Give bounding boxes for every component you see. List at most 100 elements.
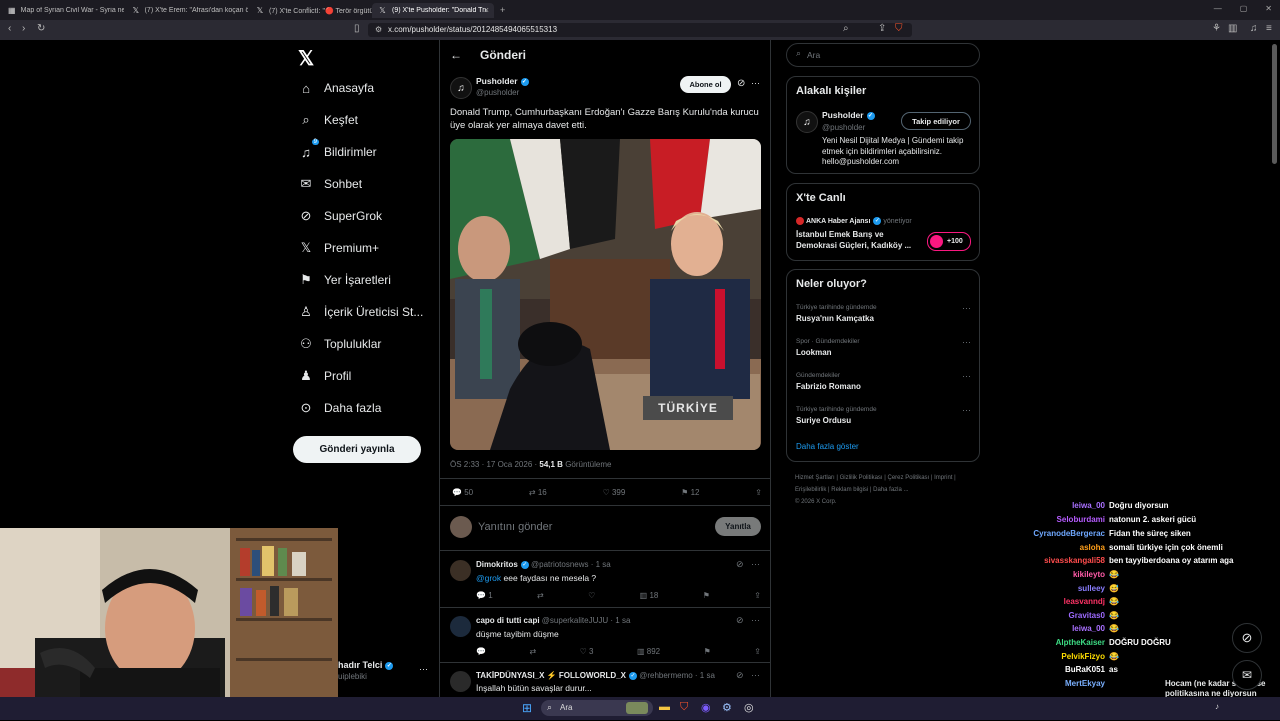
- search-box[interactable]: ⌕ Ara: [786, 43, 980, 67]
- extensions-icon[interactable]: ⚘: [1212, 23, 1221, 34]
- new-tab-icon[interactable]: +: [500, 5, 505, 15]
- like-action[interactable]: ♡ 3: [580, 647, 594, 656]
- reply-avatar[interactable]: [450, 671, 471, 692]
- back-arrow-icon[interactable]: ←: [450, 48, 462, 62]
- footer-link[interactable]: Imprint: [934, 475, 952, 481]
- grok-icon[interactable]: ⊘: [736, 559, 744, 570]
- post-author[interactable]: Pusholder ✓: [476, 76, 529, 86]
- reply-button[interactable]: Yanıtla: [715, 517, 761, 536]
- messages-float-icon[interactable]: ✉: [1232, 660, 1262, 690]
- reply-item[interactable]: Dimokritos ✓ @patriotosnews · 1 sa @grok …: [440, 550, 770, 607]
- grok-icon[interactable]: ⊘: [737, 78, 745, 89]
- related-avatar[interactable]: ♫: [796, 111, 818, 133]
- volume-icon[interactable]: ♪: [1215, 702, 1219, 711]
- sidebar-item-more[interactable]: ⊙ Daha fazla: [298, 398, 382, 418]
- more-options-icon[interactable]: ···: [751, 670, 760, 680]
- like-action[interactable]: ♡ 399: [603, 488, 626, 497]
- steam-icon[interactable]: ⚙: [722, 701, 732, 714]
- browser-tab[interactable]: 𝕏(7) X'te ConflictI: "🔴 Terör örgütü P..…: [250, 3, 372, 18]
- site-settings-icon[interactable]: ⚙: [375, 25, 382, 34]
- trend-item[interactable]: Lookman: [796, 348, 832, 357]
- sidebar-item-creator-studio[interactable]: ♙ İçerik Üreticisi St...: [298, 302, 423, 322]
- footer-link[interactable]: Çerez Politikası: [888, 475, 930, 481]
- trend-item[interactable]: Rusya'nın Kamçatka: [796, 314, 874, 323]
- obs-icon[interactable]: ◎: [744, 701, 754, 714]
- post-button[interactable]: Gönderi yayınla: [293, 436, 421, 463]
- related-name[interactable]: Pusholder ✓: [822, 110, 875, 120]
- reply-item[interactable]: capo di tutti capi @superkaliteJUJU · 1 …: [440, 607, 770, 662]
- search-input[interactable]: Ara: [807, 50, 820, 60]
- sidebar-item-chat[interactable]: ✉ Sohbet: [298, 174, 363, 194]
- share-icon[interactable]: ⇪: [754, 591, 761, 600]
- share-icon[interactable]: ⇪: [755, 488, 762, 497]
- reply-action[interactable]: 💬 50: [452, 488, 473, 497]
- browser-tab[interactable]: 𝕏(7) X'te Erem: "Afrasi'dan koçan örgüt.…: [126, 3, 248, 18]
- reply-action[interactable]: 💬 1: [476, 591, 493, 600]
- bookmark-action[interactable]: ⚑ 12: [681, 488, 699, 497]
- sidebar-toggle-icon[interactable]: ▥: [1228, 23, 1237, 34]
- footer-link[interactable]: Reklam bilgisi: [831, 487, 868, 493]
- page-scrollbar[interactable]: [1272, 44, 1277, 164]
- reply-icon[interactable]: 💬: [476, 647, 486, 656]
- sidebar-item-supergrok[interactable]: ⊘ SuperGrok: [298, 206, 382, 226]
- bookmark-icon[interactable]: ⚑: [703, 591, 710, 600]
- browser-tab-active[interactable]: 𝕏(9) X'te Pusholder: "Donald Trum... ×: [372, 3, 494, 18]
- post-image[interactable]: TÜRKİYE: [450, 139, 761, 450]
- reply-avatar[interactable]: [450, 616, 471, 637]
- brave-shield-icon[interactable]: ⛉: [895, 23, 903, 34]
- repost-icon[interactable]: ⇄: [537, 591, 544, 600]
- trend-more-icon[interactable]: ···: [962, 303, 971, 313]
- sidebar-item-explore[interactable]: ⌕ Keşfet: [298, 110, 358, 130]
- views-action[interactable]: ▥ 18: [640, 591, 659, 600]
- subscribe-button[interactable]: Abone ol: [680, 76, 731, 93]
- author-avatar[interactable]: ♫: [450, 77, 472, 99]
- zoom-icon[interactable]: ⌕: [843, 23, 849, 34]
- bookmark-page-icon[interactable]: ▯: [354, 23, 360, 34]
- menu-icon[interactable]: ≡: [1266, 23, 1272, 34]
- live-topic[interactable]: İstanbul Emek Barış ve Demokrasi Güçleri…: [796, 230, 921, 251]
- footer-link[interactable]: Erişilebilirlik: [795, 487, 826, 493]
- music-icon[interactable]: ♫: [1250, 23, 1258, 34]
- sidebar-item-home[interactable]: ⌂ Anasayfa: [298, 78, 374, 98]
- trend-item[interactable]: Suriye Ordusu: [796, 416, 851, 425]
- sidebar-item-profile[interactable]: ♟ Profil: [298, 366, 351, 386]
- forward-icon[interactable]: ›: [22, 23, 25, 34]
- repost-action[interactable]: ⇄ 16: [529, 488, 547, 497]
- trend-more-icon[interactable]: ···: [962, 337, 971, 347]
- footer-link[interactable]: Hizmet Şartları: [795, 475, 835, 481]
- share-icon[interactable]: ⇪: [754, 647, 761, 656]
- live-listeners[interactable]: +100: [927, 232, 971, 251]
- more-options-icon[interactable]: ···: [751, 559, 760, 569]
- taskbar-search[interactable]: ⌕ Ara: [541, 700, 653, 716]
- maximize-icon[interactable]: ▢: [1240, 4, 1248, 13]
- browser-tab[interactable]: ▦Map of Syrian Civil War - Syria news ..…: [2, 3, 124, 18]
- sidebar-item-communities[interactable]: ⚇ Topluluklar: [298, 334, 381, 354]
- views-action[interactable]: ▥ 892: [637, 647, 660, 656]
- show-more-link[interactable]: Daha fazla göster: [796, 442, 859, 451]
- bookmark-icon[interactable]: ⚑: [704, 647, 711, 656]
- brave-browser-icon[interactable]: ⛉: [680, 701, 688, 714]
- footer-link[interactable]: Gizlilik Politikası: [840, 475, 883, 481]
- more-options-icon[interactable]: ···: [751, 78, 760, 88]
- windows-start-icon[interactable]: ⊞: [522, 701, 532, 715]
- back-icon[interactable]: ‹: [8, 23, 11, 34]
- repost-icon[interactable]: ⇄: [529, 647, 536, 656]
- sidebar-item-bookmarks[interactable]: ⚑ Yer İşaretleri: [298, 270, 391, 290]
- grok-float-icon[interactable]: ⊘: [1232, 623, 1262, 653]
- discord-icon[interactable]: ◉: [701, 701, 711, 714]
- more-options-icon[interactable]: ···: [751, 615, 760, 625]
- like-action[interactable]: ♡: [588, 591, 595, 600]
- x-logo[interactable]: 𝕏: [298, 46, 314, 71]
- close-window-icon[interactable]: ✕: [1265, 4, 1272, 13]
- sidebar-item-premium[interactable]: 𝕏 Premium+: [298, 238, 379, 258]
- trend-item[interactable]: Fabrizio Romano: [796, 382, 861, 391]
- file-explorer-icon[interactable]: ▬: [659, 701, 670, 713]
- following-button[interactable]: Takip ediliyor: [901, 112, 971, 130]
- live-host[interactable]: ANKA Haber Ajansı ✓ yönetiyor: [796, 217, 912, 225]
- grok-icon[interactable]: ⊘: [736, 670, 744, 681]
- grok-icon[interactable]: ⊘: [736, 615, 744, 626]
- trend-more-icon[interactable]: ···: [962, 405, 971, 415]
- footer-link[interactable]: Daha fazla ...: [873, 487, 908, 493]
- close-tab-icon[interactable]: ×: [484, 5, 489, 15]
- reply-input[interactable]: Yanıtını gönder: [478, 521, 552, 533]
